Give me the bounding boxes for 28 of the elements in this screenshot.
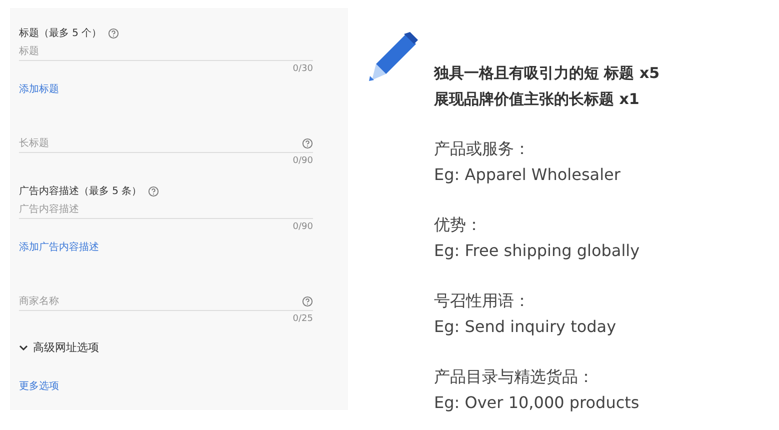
add-link[interactable]: 添加广告内容描述 bbox=[19, 240, 99, 254]
help-icon[interactable] bbox=[302, 138, 313, 149]
character-counter: 0/30 bbox=[292, 64, 313, 74]
help-icon[interactable] bbox=[148, 186, 159, 196]
text-field[interactable]: 长标题 bbox=[19, 138, 259, 149]
headline-note: 独具一格且有吸引力的短 标题 x5 bbox=[434, 63, 660, 84]
note-label: 产品或服务： bbox=[434, 138, 531, 160]
note-example: Eg: Send inquiry today bbox=[434, 316, 618, 338]
expander-toggle[interactable]: 高级网址选项 bbox=[19, 340, 99, 355]
help-icon[interactable] bbox=[108, 28, 119, 38]
note-example: Eg: Free shipping globally bbox=[434, 240, 641, 262]
add-link[interactable]: 添加标题 bbox=[19, 82, 59, 96]
headline-note: 展现品牌价值主张的长标题 x1 bbox=[434, 89, 640, 110]
note-label: 号召性用语： bbox=[434, 290, 531, 312]
character-counter: 0/25 bbox=[292, 314, 313, 324]
note-label: 优势： bbox=[434, 214, 483, 236]
section-heading: 广告内容描述（最多 5 条） bbox=[19, 184, 142, 198]
section-heading: 标题（最多 5 个） bbox=[19, 26, 102, 40]
help-icon[interactable] bbox=[302, 296, 313, 307]
text-field[interactable]: 标题 bbox=[19, 46, 259, 57]
character-counter: 0/90 bbox=[292, 222, 313, 232]
add-link[interactable]: 更多选项 bbox=[19, 379, 59, 393]
note-example: Eg: Over 10,000 products bbox=[434, 392, 640, 414]
note-label: 产品目录与精选货品： bbox=[434, 366, 595, 388]
character-counter: 0/90 bbox=[292, 156, 313, 166]
chevron-icon bbox=[19, 344, 28, 350]
note-example: Eg: Apparel Wholesaler bbox=[434, 164, 622, 186]
pencil-icon bbox=[368, 30, 420, 82]
